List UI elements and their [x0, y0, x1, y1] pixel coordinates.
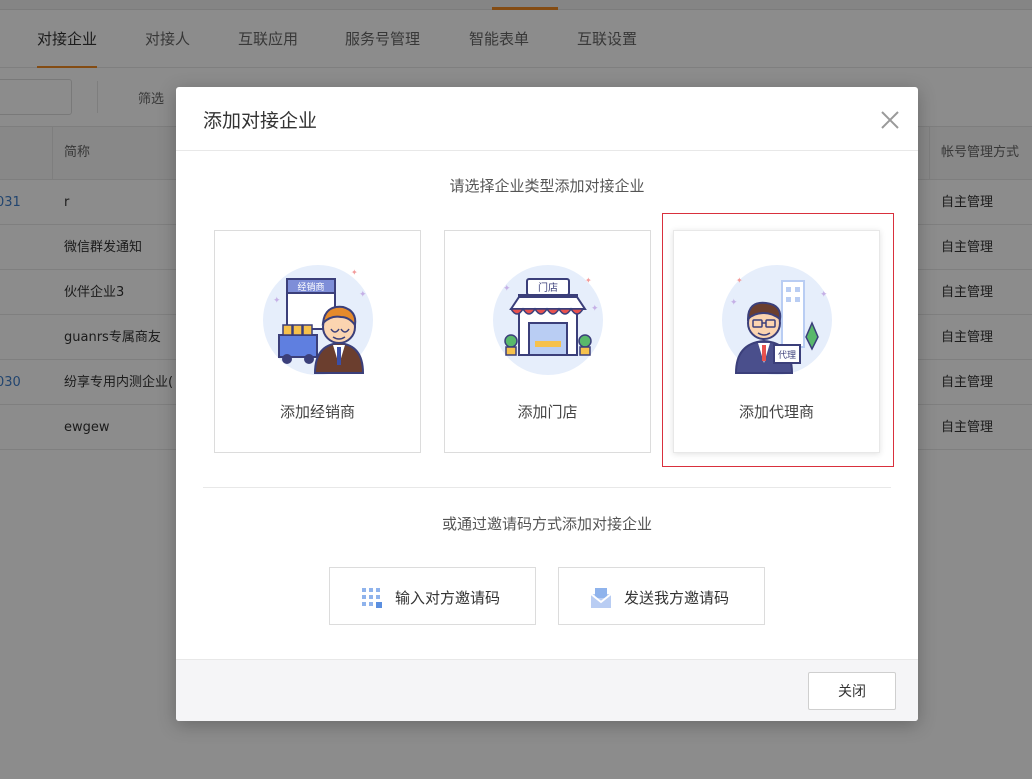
add-store-label: 添加门店 [517, 403, 578, 421]
svg-text:✦: ✦ [591, 304, 599, 314]
add-store-card[interactable]: ✦ ✦ ✦ 门店 添加门店 [444, 230, 651, 453]
svg-text:✦: ✦ [273, 296, 281, 306]
svg-text:✦: ✦ [585, 276, 592, 285]
dialog-title: 添加对接企业 [203, 110, 318, 132]
invite-code-hint: 或通过邀请码方式添加对接企业 [441, 515, 652, 533]
send-invite-code-button[interactable]: 发送我方邀请码 [558, 567, 765, 625]
svg-text:✦: ✦ [359, 290, 367, 300]
sign-text: 代理 [778, 350, 796, 361]
sign-text: 经销商 [297, 281, 324, 293]
svg-text:✦: ✦ [736, 276, 743, 285]
close-icon[interactable] [877, 107, 903, 133]
keypad-icon [362, 588, 382, 608]
agent-icon: ✦ ✦ ✦ 代理 [722, 265, 832, 375]
distributor-icon: ✦ ✦ ✦ 经销商 [263, 265, 373, 375]
enter-invite-code-button[interactable]: 输入对方邀请码 [329, 567, 536, 625]
enter-invite-code-label: 输入对方邀请码 [395, 589, 501, 607]
svg-text:✦: ✦ [820, 290, 828, 300]
svg-text:✦: ✦ [503, 284, 511, 294]
dialog-subtitle: 请选择企业类型添加对接企业 [449, 177, 645, 195]
svg-text:✦: ✦ [730, 298, 738, 308]
svg-text:✦: ✦ [351, 268, 358, 277]
store-icon: ✦ ✦ ✦ 门店 [493, 265, 603, 375]
send-invite-code-label: 发送我方邀请码 [624, 589, 730, 607]
add-agent-label: 添加代理商 [738, 403, 814, 421]
add-distributor-card[interactable]: ✦ ✦ ✦ 经销商 添加经销商 [214, 230, 421, 453]
dialog-divider [203, 487, 891, 488]
dialog-footer: 关闭 [176, 659, 918, 721]
add-agent-card[interactable]: ✦ ✦ ✦ 代理 添加代理商 [673, 230, 880, 453]
sign-text: 门店 [538, 281, 558, 294]
add-distributor-label: 添加经销商 [279, 403, 355, 421]
add-partner-dialog: 添加对接企业 请选择企业类型添加对接企业 ✦ ✦ ✦ 经销商 添加经销商 ✦ ✦… [176, 87, 918, 721]
close-button[interactable]: 关闭 [808, 672, 896, 710]
dialog-header: 添加对接企业 [176, 87, 918, 151]
envelope-icon [590, 588, 612, 608]
